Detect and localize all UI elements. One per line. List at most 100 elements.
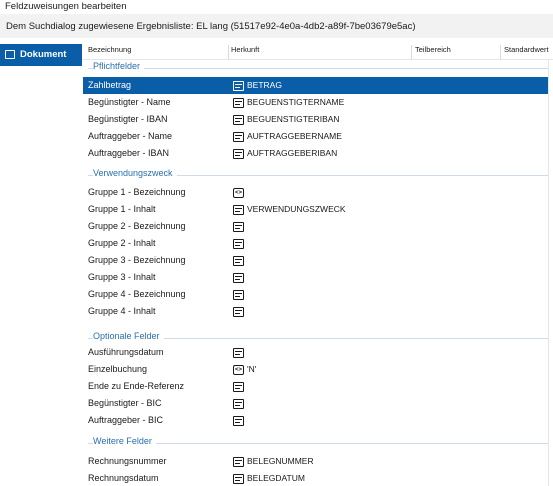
field-row[interactable]: Ende zu Ende-Referenz bbox=[83, 378, 548, 395]
group-label: Verwendungszweck bbox=[93, 168, 177, 178]
field-label: Gruppe 4 - Inhalt bbox=[88, 306, 156, 316]
field-row[interactable]: Gruppe 4 - Inhalt bbox=[83, 303, 548, 320]
field-icon-glyph bbox=[233, 416, 244, 426]
field-row[interactable]: Zahlbetrag BETRAG bbox=[83, 77, 548, 94]
code-icon[interactable]: <> bbox=[233, 188, 244, 198]
field-icon-glyph bbox=[233, 149, 244, 159]
field-icon-glyph bbox=[233, 307, 244, 317]
field-label: Begünstigter - Name bbox=[88, 97, 171, 107]
field-icon-glyph bbox=[233, 273, 244, 283]
field-row[interactable]: Begünstigter - IBAN BEGUENSTIGTERIBAN bbox=[83, 111, 548, 128]
code-icon-glyph: <> bbox=[233, 365, 244, 375]
field-row[interactable]: Gruppe 1 - Inhalt VERWENDUNGSZWECK bbox=[83, 201, 548, 218]
field-icon[interactable] bbox=[233, 307, 244, 317]
field-source-value: BEGUENSTIGTERNAME bbox=[247, 97, 345, 107]
field-icon[interactable] bbox=[233, 149, 244, 159]
field-label: Gruppe 1 - Bezeichnung bbox=[88, 187, 186, 197]
field-source-value: VERWENDUNGSZWECK bbox=[247, 204, 346, 214]
field-icon[interactable] bbox=[233, 81, 244, 91]
field-icon[interactable] bbox=[233, 399, 244, 409]
nav-item-label: Dokument bbox=[20, 49, 67, 60]
field-row[interactable]: Gruppe 4 - Bezeichnung bbox=[83, 286, 548, 303]
column-header-teilbereich[interactable]: Teilbereich bbox=[415, 45, 451, 54]
nav-item-dokument[interactable]: Dokument bbox=[0, 44, 82, 66]
field-icon-glyph bbox=[233, 457, 244, 467]
field-row[interactable]: Auftraggeber - BIC bbox=[83, 412, 548, 429]
field-icon-glyph bbox=[233, 290, 244, 300]
field-source-value: BELEGNUMMER bbox=[247, 456, 314, 466]
document-icon bbox=[5, 50, 15, 59]
column-separator[interactable] bbox=[500, 45, 501, 59]
field-icon[interactable] bbox=[233, 205, 244, 215]
field-icon[interactable] bbox=[233, 256, 244, 266]
field-icon[interactable] bbox=[233, 98, 244, 108]
field-row[interactable]: Ausführungsdatum bbox=[83, 344, 548, 361]
field-label: Einzelbuchung bbox=[88, 364, 148, 374]
field-label: Begünstigter - IBAN bbox=[88, 114, 168, 124]
field-label: Gruppe 2 - Bezeichnung bbox=[88, 221, 186, 231]
column-header-herkunft[interactable]: Herkunft bbox=[231, 45, 259, 54]
window-title: Feldzuweisungen bearbeiten bbox=[0, 0, 553, 14]
field-row[interactable]: Gruppe 2 - Bezeichnung bbox=[83, 218, 548, 235]
field-label: Rechnungsdatum bbox=[88, 473, 159, 483]
group-divider bbox=[88, 443, 548, 444]
field-row[interactable]: Rechnungsnummer BELEGNUMMER bbox=[83, 453, 548, 470]
field-row[interactable]: Gruppe 3 - Inhalt bbox=[83, 269, 548, 286]
field-row[interactable]: Auftraggeber - IBAN AUFTRAGGEBERIBAN bbox=[83, 145, 548, 162]
column-header-standardwert[interactable]: Standardwert bbox=[504, 45, 549, 54]
field-icon-glyph bbox=[233, 399, 244, 409]
group-header-pflicht: Pflichtfelder bbox=[82, 60, 548, 74]
field-icon-glyph bbox=[233, 382, 244, 392]
field-icon-glyph bbox=[233, 256, 244, 266]
field-label: Ende zu Ende-Referenz bbox=[88, 381, 185, 391]
column-separator[interactable] bbox=[228, 45, 229, 59]
code-icon[interactable]: <> bbox=[233, 365, 244, 375]
group-label: Pflichtfelder bbox=[93, 61, 145, 71]
field-icon[interactable] bbox=[233, 290, 244, 300]
field-icon[interactable] bbox=[233, 348, 244, 358]
group-label: Optionale Felder bbox=[93, 331, 164, 341]
code-icon-glyph: <> bbox=[233, 188, 244, 198]
field-icon-glyph bbox=[233, 474, 244, 484]
result-list-info: Dem Suchdialog zugewiesene Ergebnisliste… bbox=[0, 14, 553, 38]
field-source-value: AUFTRAGGEBERNAME bbox=[247, 131, 342, 141]
field-label: Auftraggeber - Name bbox=[88, 131, 173, 141]
field-icon[interactable] bbox=[233, 222, 244, 232]
field-icon[interactable] bbox=[233, 239, 244, 249]
field-icon[interactable] bbox=[233, 382, 244, 392]
field-icon-glyph bbox=[233, 239, 244, 249]
field-label: Rechnungsnummer bbox=[88, 456, 167, 466]
column-separator[interactable] bbox=[411, 45, 412, 59]
field-icon[interactable] bbox=[233, 416, 244, 426]
field-source-value: AUFTRAGGEBERIBAN bbox=[247, 148, 338, 158]
field-icon[interactable] bbox=[233, 273, 244, 283]
field-icon[interactable] bbox=[233, 474, 244, 484]
field-icon-glyph bbox=[233, 81, 244, 91]
field-icon-glyph bbox=[233, 348, 244, 358]
column-header-bezeichnung[interactable]: Bezeichnung bbox=[88, 45, 131, 54]
field-icon-glyph bbox=[233, 132, 244, 142]
field-row[interactable]: Begünstigter - Name BEGUENSTIGTERNAME bbox=[83, 94, 548, 111]
group-header-verwendung: Verwendungszweck bbox=[82, 167, 548, 181]
field-label: Ausführungsdatum bbox=[88, 347, 164, 357]
field-icon[interactable] bbox=[233, 115, 244, 125]
group-header-optional: Optionale Felder bbox=[82, 330, 548, 344]
group-header-weitere: Weitere Felder bbox=[82, 435, 548, 449]
field-row[interactable]: Gruppe 1 - Bezeichnung <> bbox=[83, 184, 548, 201]
field-row[interactable]: Einzelbuchung <> 'N' bbox=[83, 361, 548, 378]
field-source-value: 'N' bbox=[247, 364, 257, 374]
field-icon-glyph bbox=[233, 205, 244, 215]
field-label: Auftraggeber - IBAN bbox=[88, 148, 170, 158]
field-row[interactable]: Auftraggeber - Name AUFTRAGGEBERNAME bbox=[83, 128, 548, 145]
field-row[interactable]: Rechnungsdatum BELEGDATUM bbox=[83, 470, 548, 486]
field-row[interactable]: Gruppe 3 - Bezeichnung bbox=[83, 252, 548, 269]
field-label: Zahlbetrag bbox=[88, 80, 132, 90]
field-icon-glyph bbox=[233, 115, 244, 125]
field-icon[interactable] bbox=[233, 457, 244, 467]
field-label: Gruppe 3 - Bezeichnung bbox=[88, 255, 186, 265]
field-row[interactable]: Gruppe 2 - Inhalt bbox=[83, 235, 548, 252]
field-icon[interactable] bbox=[233, 132, 244, 142]
field-source-value: BEGUENSTIGTERIBAN bbox=[247, 114, 340, 124]
field-row[interactable]: Begünstigter - BIC bbox=[83, 395, 548, 412]
group-divider bbox=[88, 68, 548, 69]
